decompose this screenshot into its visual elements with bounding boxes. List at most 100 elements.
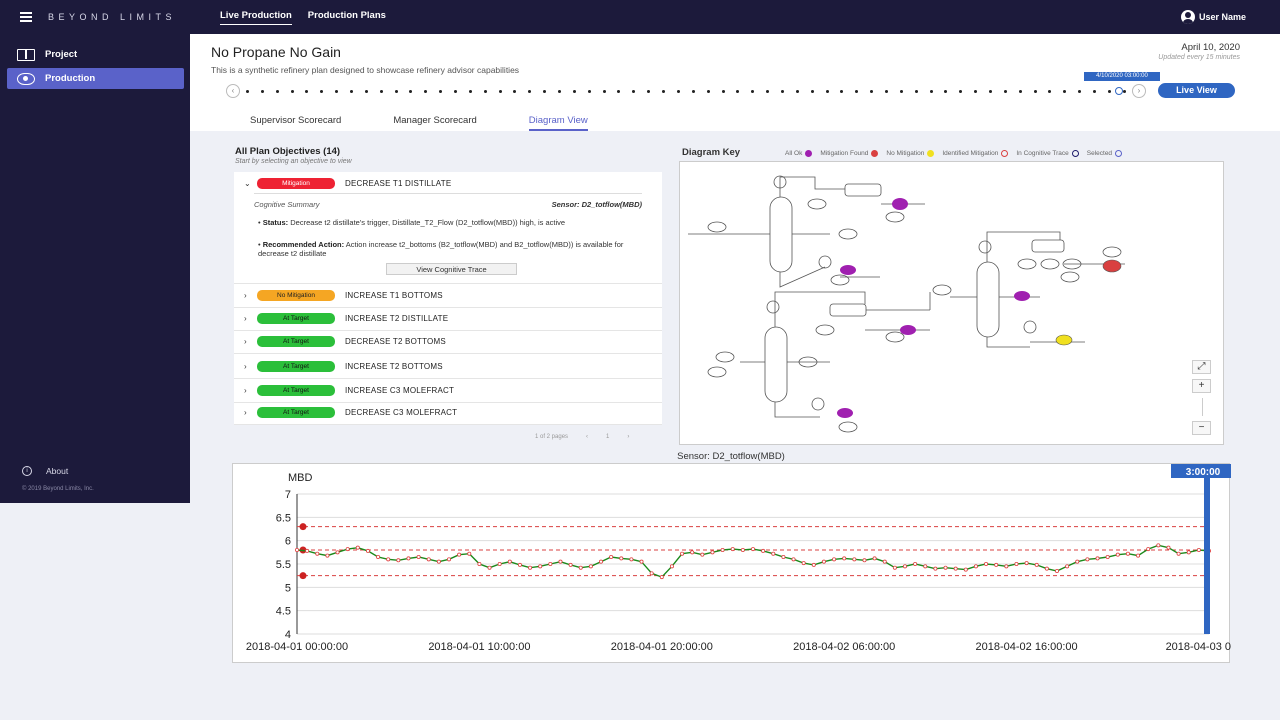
data-point[interactable] bbox=[1105, 555, 1110, 560]
status-node-all-ok[interactable] bbox=[840, 265, 856, 275]
data-point[interactable] bbox=[538, 564, 543, 569]
timeline-point[interactable] bbox=[1078, 89, 1082, 93]
data-point[interactable] bbox=[994, 562, 999, 567]
status-node-all-ok[interactable] bbox=[837, 408, 853, 418]
timeline-point[interactable] bbox=[409, 89, 413, 93]
objective-label[interactable]: DECREASE T1 DISTILLATE bbox=[345, 179, 451, 188]
data-point[interactable] bbox=[1024, 561, 1029, 566]
timeline-point[interactable] bbox=[691, 89, 695, 93]
data-point[interactable] bbox=[629, 557, 634, 562]
data-point[interactable] bbox=[872, 556, 877, 561]
data-point[interactable] bbox=[507, 559, 512, 564]
status-node-no-mitigation[interactable] bbox=[1055, 334, 1073, 346]
pager-prev-icon[interactable]: ‹ bbox=[586, 434, 588, 440]
timeline-point[interactable] bbox=[335, 89, 339, 93]
time-cursor[interactable] bbox=[1204, 478, 1210, 634]
data-point[interactable] bbox=[1034, 562, 1039, 567]
timeline-point[interactable] bbox=[988, 89, 992, 93]
data-point[interactable] bbox=[973, 564, 978, 569]
timeline-point[interactable] bbox=[662, 89, 666, 93]
timeline-point[interactable] bbox=[632, 89, 636, 93]
timeline-point[interactable] bbox=[810, 89, 814, 93]
data-point[interactable] bbox=[1115, 552, 1120, 557]
tab-manager-scorecard[interactable]: Manager Scorecard bbox=[393, 115, 476, 131]
timeline-current-handle[interactable] bbox=[1115, 87, 1123, 95]
data-point[interactable] bbox=[984, 562, 989, 567]
distillation-column[interactable] bbox=[764, 326, 788, 403]
data-point[interactable] bbox=[355, 545, 360, 550]
chevron-right-icon[interactable]: › bbox=[244, 337, 247, 346]
status-node-all-ok[interactable] bbox=[892, 198, 908, 210]
nav-production-plans[interactable]: Production Plans bbox=[308, 10, 386, 25]
timeline-track[interactable] bbox=[246, 89, 1126, 93]
data-point[interactable] bbox=[457, 552, 462, 557]
data-point[interactable] bbox=[933, 566, 938, 571]
data-point[interactable] bbox=[568, 562, 573, 567]
live-view-button[interactable]: Live View bbox=[1158, 83, 1235, 98]
chevron-right-icon[interactable]: › bbox=[244, 408, 247, 417]
timeline-point[interactable] bbox=[676, 89, 680, 93]
data-point[interactable] bbox=[649, 571, 654, 576]
timeline-prev-button[interactable]: ‹ bbox=[226, 84, 240, 98]
timeline-point[interactable] bbox=[305, 89, 309, 93]
timeline-point[interactable] bbox=[528, 89, 532, 93]
chevron-right-icon[interactable]: › bbox=[244, 314, 247, 323]
status-node-all-ok[interactable] bbox=[1014, 291, 1030, 301]
data-point[interactable] bbox=[1085, 557, 1090, 562]
nav-live-production[interactable]: Live Production bbox=[220, 10, 292, 25]
data-point[interactable] bbox=[598, 559, 603, 564]
data-point[interactable] bbox=[365, 548, 370, 553]
timeline-point[interactable] bbox=[558, 89, 562, 93]
sidebar-item-about[interactable]: i About bbox=[22, 466, 68, 476]
data-point[interactable] bbox=[305, 548, 310, 553]
timeline-point[interactable] bbox=[424, 89, 428, 93]
data-point[interactable] bbox=[396, 558, 401, 563]
tab-supervisor-scorecard[interactable]: Supervisor Scorecard bbox=[250, 115, 341, 131]
data-point[interactable] bbox=[659, 575, 664, 580]
data-point[interactable] bbox=[720, 548, 725, 553]
timeline-point[interactable] bbox=[721, 89, 725, 93]
timeline-point[interactable] bbox=[825, 89, 829, 93]
zoom-slider[interactable] bbox=[1201, 398, 1203, 416]
timeline-point[interactable] bbox=[840, 89, 844, 93]
timeline-point[interactable] bbox=[617, 89, 621, 93]
data-point[interactable] bbox=[588, 564, 593, 569]
timeline-point[interactable] bbox=[483, 89, 487, 93]
data-point[interactable] bbox=[1044, 566, 1049, 571]
pager-page-select[interactable]: 1 bbox=[606, 434, 609, 440]
data-point[interactable] bbox=[1014, 562, 1019, 567]
timeline-point[interactable] bbox=[1003, 89, 1007, 93]
data-point[interactable] bbox=[882, 559, 887, 564]
data-point[interactable] bbox=[1156, 543, 1161, 548]
data-point[interactable] bbox=[821, 559, 826, 564]
timeline-point[interactable] bbox=[379, 89, 383, 93]
data-point[interactable] bbox=[771, 551, 776, 556]
data-point[interactable] bbox=[761, 548, 766, 553]
timeline-point[interactable] bbox=[350, 89, 354, 93]
timeline-point[interactable] bbox=[884, 89, 888, 93]
data-point[interactable] bbox=[963, 567, 968, 572]
data-point[interactable] bbox=[467, 551, 472, 556]
status-node-all-ok[interactable] bbox=[900, 325, 916, 335]
timeline-point[interactable] bbox=[364, 89, 368, 93]
data-point[interactable] bbox=[619, 556, 624, 561]
data-point[interactable] bbox=[669, 564, 674, 569]
timeline-point[interactable] bbox=[974, 89, 978, 93]
timeline-point[interactable] bbox=[513, 89, 517, 93]
status-node-mitigation-found[interactable] bbox=[1102, 259, 1122, 273]
data-point[interactable] bbox=[1095, 556, 1100, 561]
data-point[interactable] bbox=[426, 557, 431, 562]
data-point[interactable] bbox=[892, 565, 897, 570]
data-point[interactable] bbox=[416, 555, 421, 560]
data-point[interactable] bbox=[1146, 547, 1151, 552]
data-point[interactable] bbox=[386, 557, 391, 562]
pager-next-icon[interactable]: › bbox=[627, 434, 629, 440]
timeline-point[interactable] bbox=[766, 89, 770, 93]
timeline-point[interactable] bbox=[751, 89, 755, 93]
data-point[interactable] bbox=[832, 557, 837, 562]
view-cognitive-trace-button[interactable]: View Cognitive Trace bbox=[386, 263, 517, 275]
timeline-point[interactable] bbox=[1033, 89, 1037, 93]
data-point[interactable] bbox=[497, 562, 502, 567]
timeline-point[interactable] bbox=[1063, 89, 1067, 93]
data-point[interactable] bbox=[295, 548, 300, 553]
